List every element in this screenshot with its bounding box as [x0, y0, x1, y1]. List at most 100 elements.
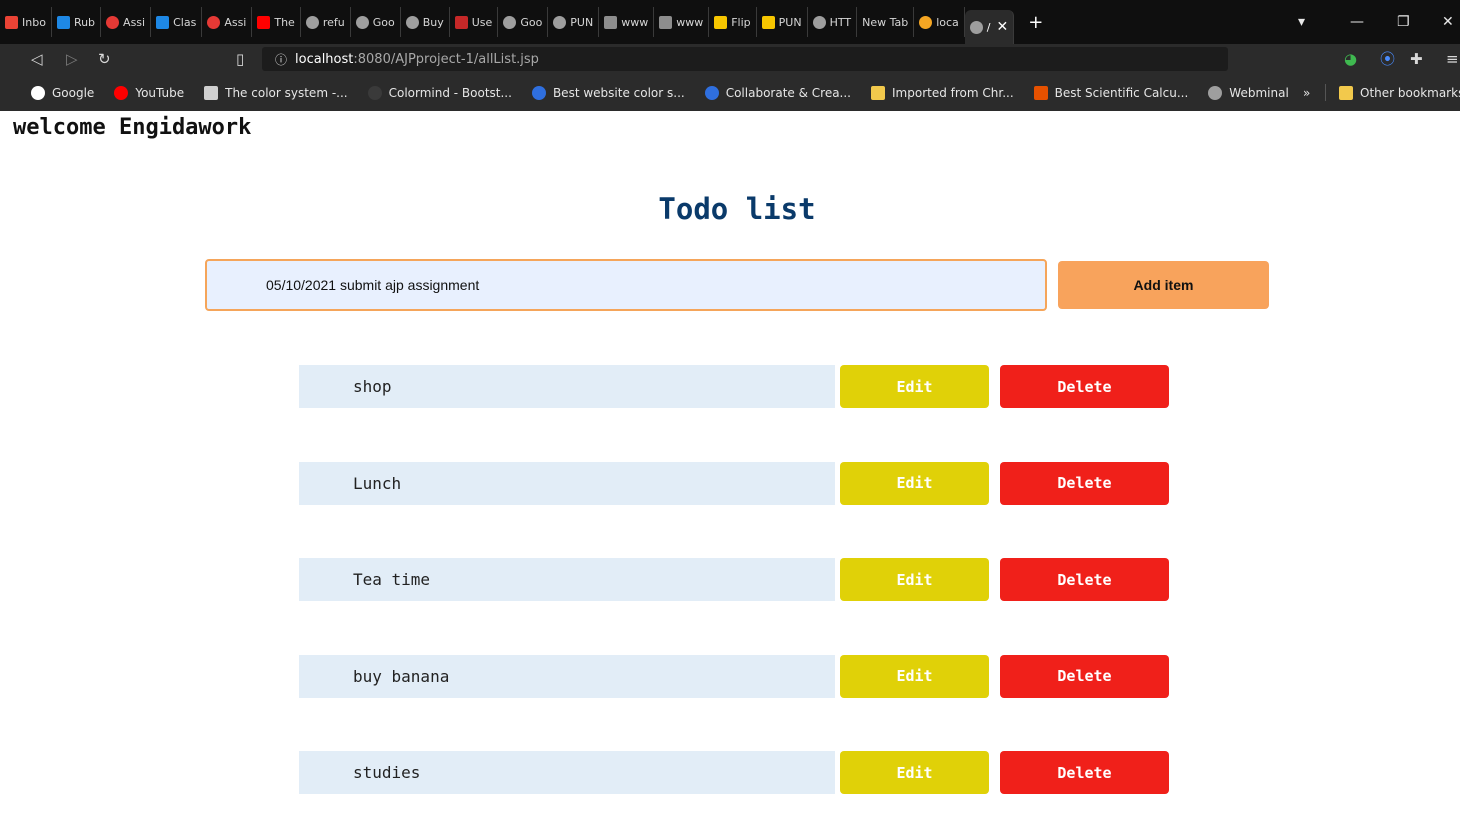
bookmarks-bar: Google YouTube The color system -... Colorm…: [0, 74, 1460, 111]
todo-item: Tea time Edit Delete: [299, 558, 1169, 601]
edit-button[interactable]: Edit: [840, 654, 989, 698]
extension-blue-icon[interactable]: ⦿: [1380, 50, 1395, 68]
bookmark-item[interactable]: Best website color s...: [531, 85, 685, 100]
c-icon: [704, 85, 719, 100]
tab-label: PUN: [570, 15, 594, 29]
classroom-icon: [56, 15, 70, 29]
tab-label: Rub: [73, 15, 96, 29]
globe-icon: [355, 15, 369, 29]
mail-icon: [604, 15, 618, 29]
add-item-button[interactable]: Add item: [1058, 261, 1269, 309]
tab-label: Goo: [372, 15, 395, 29]
tab-search-icon[interactable]: ▾: [1298, 0, 1305, 44]
todo-item-text: buy banana: [299, 654, 835, 698]
edit-button[interactable]: Edit: [840, 558, 989, 601]
bookmarks-divider: [1325, 84, 1326, 101]
classroom-icon: [156, 15, 170, 29]
tab-label: Inbo: [22, 15, 46, 29]
browser-tab[interactable]: loca: [914, 7, 965, 37]
more-bookmarks-icon[interactable]: »: [1303, 86, 1310, 100]
forward-icon[interactable]: ▷: [66, 50, 78, 68]
browser-tab[interactable]: Inbo: [0, 7, 52, 37]
close-window-icon[interactable]: ✕: [1442, 0, 1454, 44]
tab-strip: Inbo Rub Assi Clas Assi The refu Goo Buy Use Goo PU…: [0, 0, 1043, 44]
todo-item-text: Lunch: [299, 461, 835, 505]
restore-icon[interactable]: ❐: [1397, 0, 1410, 44]
edit-button[interactable]: Edit: [840, 461, 989, 505]
bookmark-item[interactable]: Imported from Chr...: [871, 85, 1014, 100]
tab-active[interactable]: / ✕: [964, 10, 1015, 44]
browser-tab[interactable]: HTT: [808, 7, 858, 37]
globe-icon: [553, 15, 567, 29]
brave-icon: [919, 15, 933, 29]
todo-item-text: shop: [299, 365, 835, 408]
delete-button[interactable]: Delete: [1000, 365, 1169, 408]
bookmark-item[interactable]: Webminal: [1208, 85, 1289, 100]
other-bookmarks[interactable]: Other bookmarks: [1339, 85, 1460, 100]
other-bookmarks-label: Other bookmarks: [1360, 85, 1460, 100]
close-tab-icon[interactable]: ✕: [997, 19, 1009, 35]
bookmark-item[interactable]: YouTube: [114, 85, 184, 100]
browser-tab[interactable]: Goo: [498, 7, 549, 37]
tab-label: Flip: [731, 15, 751, 29]
browser-tab[interactable]: www: [599, 7, 655, 37]
browser-tab[interactable]: refu: [301, 7, 351, 37]
browser-tab[interactable]: Rub: [52, 7, 102, 37]
browser-tab[interactable]: Goo: [351, 7, 401, 37]
menu-icon[interactable]: ≡: [1446, 50, 1459, 68]
todo-item: buy banana Edit Delete: [299, 654, 1169, 698]
browser-tab[interactable]: Flip: [709, 7, 757, 37]
bookmark-item[interactable]: Google: [31, 85, 94, 100]
address-bar[interactable]: ⓘ localhost:8080/AJPproject-1/allList.js…: [262, 47, 1228, 71]
bookmark-item[interactable]: Best Scientific Calcu...: [1033, 85, 1189, 100]
ring-icon: [207, 15, 221, 29]
delete-button[interactable]: Delete: [1000, 751, 1169, 794]
bookmark-item[interactable]: Colormind - Bootst...: [367, 85, 512, 100]
browser-tab[interactable]: www: [654, 7, 710, 37]
new-item-input[interactable]: [205, 259, 1047, 311]
delete-button[interactable]: Delete: [1000, 461, 1169, 505]
tab-label: Clas: [173, 15, 197, 29]
tab-label: The: [274, 15, 295, 29]
browser-tab[interactable]: PUN: [548, 7, 600, 37]
tab-label: loca: [936, 15, 959, 29]
browser-tab[interactable]: New Tab: [857, 7, 915, 37]
tab-label: refu: [322, 15, 345, 29]
bookmark-item[interactable]: The color system -...: [204, 85, 348, 100]
bookmark-icon[interactable]: ▯: [236, 50, 244, 68]
browser-tab[interactable]: The: [252, 7, 301, 37]
extensions-puzzle-icon[interactable]: ✚: [1410, 50, 1423, 68]
browser-tab[interactable]: Buy: [401, 7, 450, 37]
todo-item: shop Edit Delete: [299, 365, 1169, 408]
bookmark-label: Colormind - Bootst...: [388, 85, 512, 100]
browser-tab[interactable]: Assi: [101, 7, 152, 37]
extension-green-icon[interactable]: ◕: [1344, 50, 1357, 68]
edit-button[interactable]: Edit: [840, 365, 989, 408]
bookmark-item[interactable]: Collaborate & Crea...: [704, 85, 851, 100]
globe-icon: [812, 15, 826, 29]
browser-tab[interactable]: PUN: [757, 7, 808, 37]
mail-icon: [659, 15, 673, 29]
globe-icon: [305, 15, 319, 29]
reload-icon[interactable]: ↻: [98, 50, 111, 68]
browser-tab[interactable]: Use: [450, 7, 499, 37]
page-title: Todo list: [658, 192, 816, 226]
browser-tab[interactable]: Assi: [202, 7, 253, 37]
delete-button[interactable]: Delete: [1000, 558, 1169, 601]
back-icon[interactable]: ◁: [31, 50, 43, 68]
browser-tab[interactable]: Clas: [151, 7, 203, 37]
delete-button[interactable]: Delete: [1000, 654, 1169, 698]
edit-button[interactable]: Edit: [840, 751, 989, 794]
minimize-icon[interactable]: —: [1350, 0, 1364, 44]
bookmark-page-icon: [204, 85, 219, 100]
todo-item: studies Edit Delete: [299, 751, 1169, 794]
site-info-icon[interactable]: ⓘ: [275, 51, 287, 68]
new-tab-icon[interactable]: +: [1028, 12, 1043, 33]
tab-label: Assi: [123, 15, 146, 29]
tab-label: Buy: [422, 15, 444, 29]
folder-icon: [1339, 85, 1353, 100]
bookmark-label: Best Scientific Calcu...: [1054, 85, 1189, 100]
bookmark-label: The color system -...: [225, 85, 348, 100]
ring-icon: [106, 15, 120, 29]
tab-label: New Tab: [862, 15, 909, 29]
